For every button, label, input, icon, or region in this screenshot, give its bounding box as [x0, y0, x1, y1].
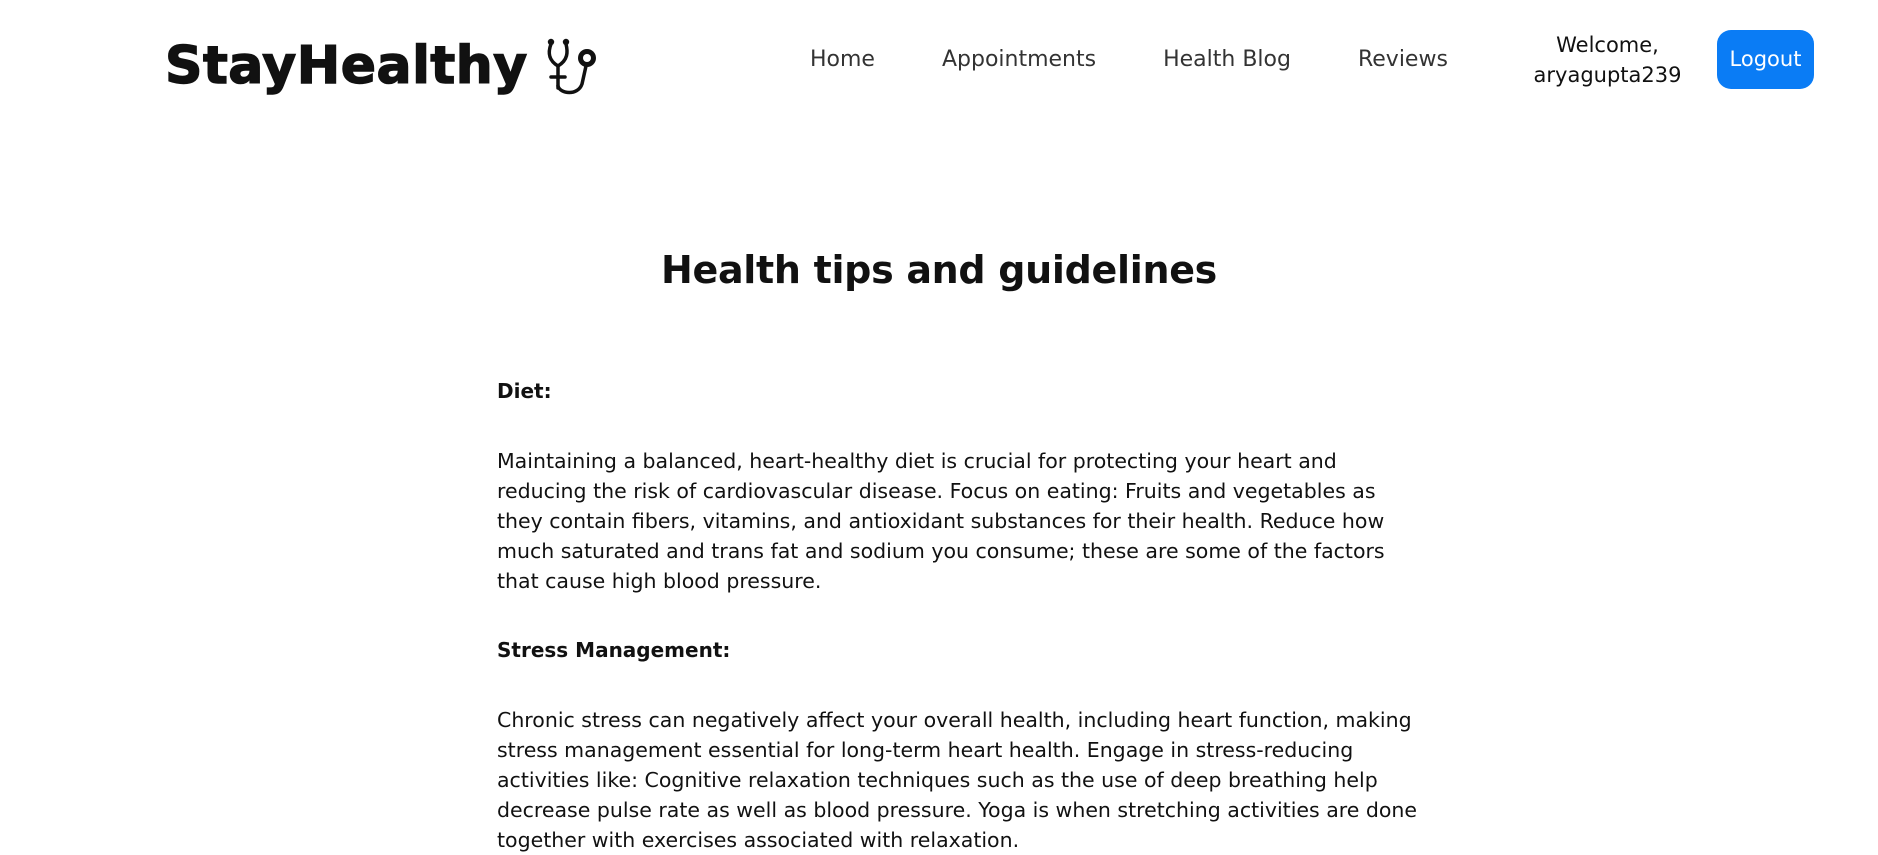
nav-health-blog-link[interactable]: Health Blog: [1163, 44, 1291, 76]
section-body: Maintaining a balanced, heart-healthy di…: [497, 449, 1385, 593]
main-content: Health tips and guidelines: [0, 240, 1878, 300]
nav-home-link[interactable]: Home: [810, 44, 875, 76]
brand-name: StayHealthy: [164, 35, 528, 96]
page-title: Health tips and guidelines: [660, 248, 1217, 292]
nav-appointments-link[interactable]: Appointments: [942, 44, 1096, 76]
nav-reviews-link[interactable]: Reviews: [1358, 44, 1448, 76]
diet-section: Diet: Maintaining a balanced, heart-heal…: [497, 377, 1437, 596]
welcome-username: aryagupta239: [1533, 63, 1682, 87]
nav-links: Home Appointments Health Blog Reviews: [810, 44, 1448, 76]
welcome-greeting: Welcome,: [1556, 33, 1659, 57]
navbar: StayHealthy Home Appointments Health Blo…: [0, 0, 1878, 120]
welcome-message: Welcome, aryagupta239: [1520, 30, 1695, 90]
stress-management-section: Stress Management: Chronic stress can ne…: [497, 636, 1437, 855]
section-heading: Diet:: [497, 379, 552, 403]
section-body: Chronic stress can negatively affect you…: [497, 708, 1418, 852]
brand-logo-link[interactable]: StayHealthy: [164, 35, 600, 97]
logout-button[interactable]: Logout: [1717, 30, 1814, 89]
section-heading: Stress Management:: [497, 638, 731, 662]
stethoscope-icon: [542, 36, 600, 96]
